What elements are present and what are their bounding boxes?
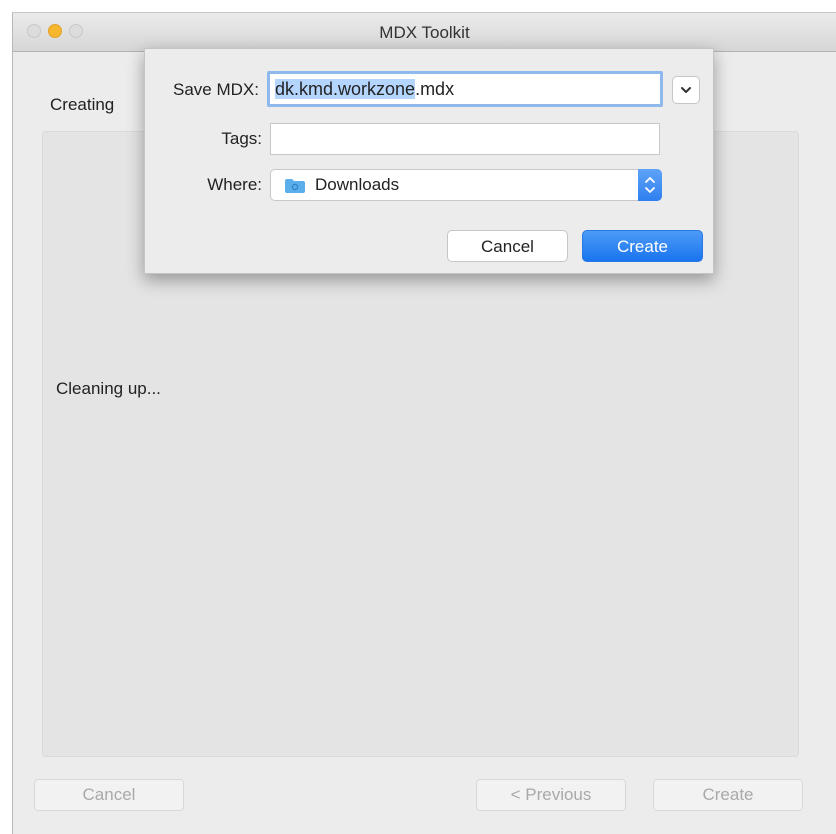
create-button[interactable]: Create [653, 779, 803, 811]
where-label: Where: [207, 175, 262, 194]
up-down-chevron-icon [645, 177, 655, 193]
window-title: MDX Toolkit [379, 23, 470, 42]
where-select[interactable]: Downloads [270, 169, 662, 201]
filename-extension: .mdx [415, 79, 455, 99]
folder-icon [285, 179, 305, 193]
where-value: Downloads [315, 175, 400, 194]
cancel-button[interactable]: Cancel [34, 779, 184, 811]
filename-input[interactable]: dk.kmd.workzone.mdx [267, 71, 663, 107]
save-dialog: Save MDX: dk.kmd.workzone.mdx Tags: Wher… [144, 48, 714, 274]
sheet-cancel-button[interactable]: Cancel [447, 230, 568, 262]
sheet-create-button[interactable]: Create [582, 230, 703, 262]
filename-selected-text: dk.kmd.workzone [275, 79, 416, 99]
title-bar[interactable]: MDX Toolkit [13, 13, 836, 52]
status-text: Cleaning up... [56, 379, 161, 398]
save-mdx-label: Save MDX: [173, 80, 259, 99]
page-heading: Creating [50, 95, 115, 114]
tags-label: Tags: [221, 129, 262, 148]
previous-button[interactable]: < Previous [476, 779, 626, 811]
popup-stepper[interactable] [638, 169, 662, 201]
tags-input[interactable] [270, 123, 660, 155]
expand-dialog-button[interactable] [672, 76, 700, 104]
filename-text: dk.kmd.workzone.mdx [275, 79, 454, 100]
chevron-down-icon [681, 87, 691, 93]
